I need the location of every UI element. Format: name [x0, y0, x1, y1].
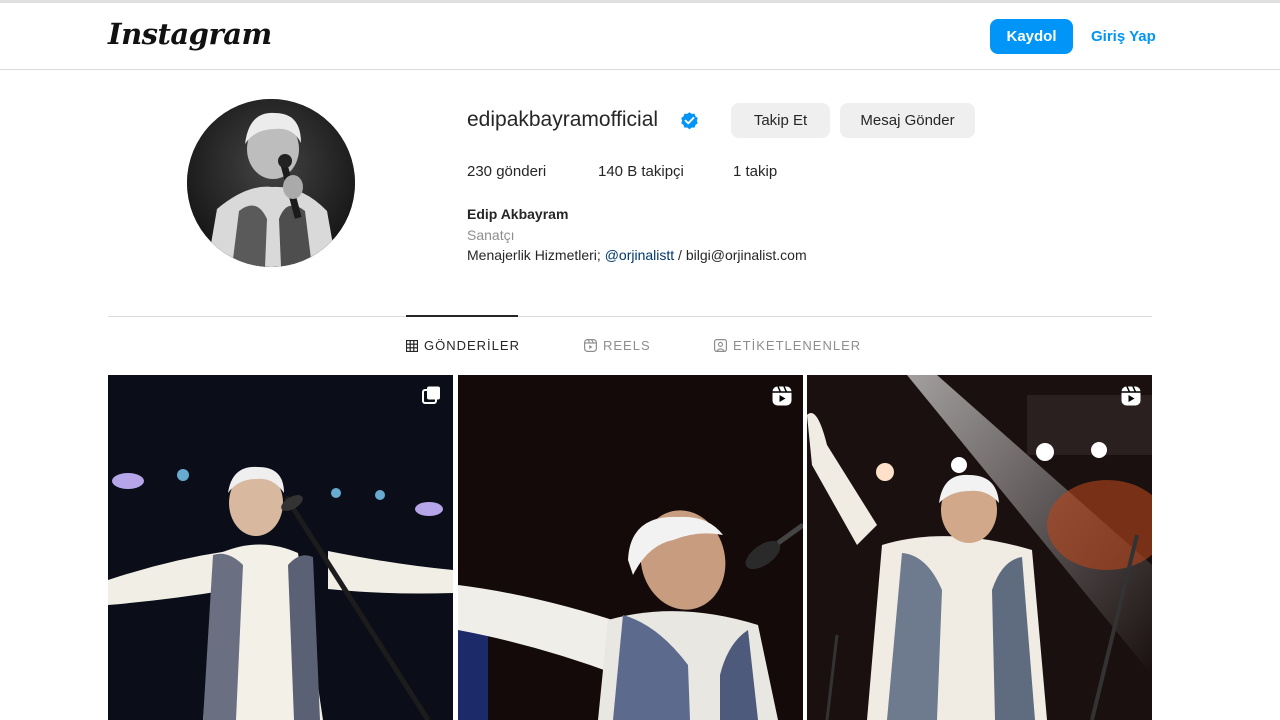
following-count[interactable]: 1 takip — [733, 163, 777, 180]
posts-count: 230 gönderi — [467, 163, 547, 180]
reel-icon — [772, 386, 792, 406]
post-tile[interactable] — [458, 375, 803, 720]
carousel-icon — [422, 386, 440, 404]
profile-bio: Menajerlik Hizmetleri; @orjinalistt / bi… — [467, 247, 807, 263]
bio-text-suffix: / bilgi@orjinalist.com — [674, 247, 807, 263]
bio-text-prefix: Menajerlik Hizmetleri; — [467, 247, 605, 263]
login-link[interactable]: Giriş Yap — [1091, 19, 1156, 54]
tabs-divider — [108, 316, 1152, 317]
tagged-icon — [714, 339, 727, 352]
reel-icon — [1121, 386, 1141, 406]
tab-tagged-label: ETİKETLENENLER — [733, 338, 862, 353]
verified-badge-icon — [681, 112, 698, 130]
post-photo — [108, 375, 453, 720]
tab-posts[interactable]: GÖNDERİLER — [406, 338, 520, 353]
instagram-logo[interactable]: Instagram — [108, 17, 272, 51]
post-tile[interactable] — [108, 375, 453, 720]
post-photo — [458, 375, 803, 720]
profile-full-name: Edip Akbayram — [467, 206, 569, 222]
tab-posts-label: GÖNDERİLER — [424, 338, 520, 353]
grid-icon — [406, 339, 418, 352]
tab-tagged[interactable]: ETİKETLENENLER — [714, 338, 861, 353]
profile-username: edipakbayramofficial — [467, 108, 659, 131]
signup-button[interactable]: Kaydol — [990, 19, 1073, 54]
tab-reels-label: REELS — [603, 338, 651, 353]
tab-reels[interactable]: REELS — [584, 338, 651, 353]
profile-avatar[interactable] — [187, 99, 355, 267]
post-tile[interactable] — [807, 375, 1152, 720]
send-message-button[interactable]: Mesaj Gönder — [840, 103, 975, 138]
followers-count[interactable]: 140 B takipçi — [598, 163, 684, 180]
reels-icon — [584, 339, 597, 352]
top-bar: Instagram Kaydol Giriş Yap — [0, 3, 1280, 70]
bio-mention-link[interactable]: @orjinalistt — [605, 247, 674, 263]
profile-category: Sanatçı — [467, 227, 515, 243]
post-photo — [807, 375, 1152, 720]
avatar-photo — [187, 99, 355, 267]
active-tab-indicator — [406, 315, 518, 317]
follow-button[interactable]: Takip Et — [731, 103, 830, 138]
